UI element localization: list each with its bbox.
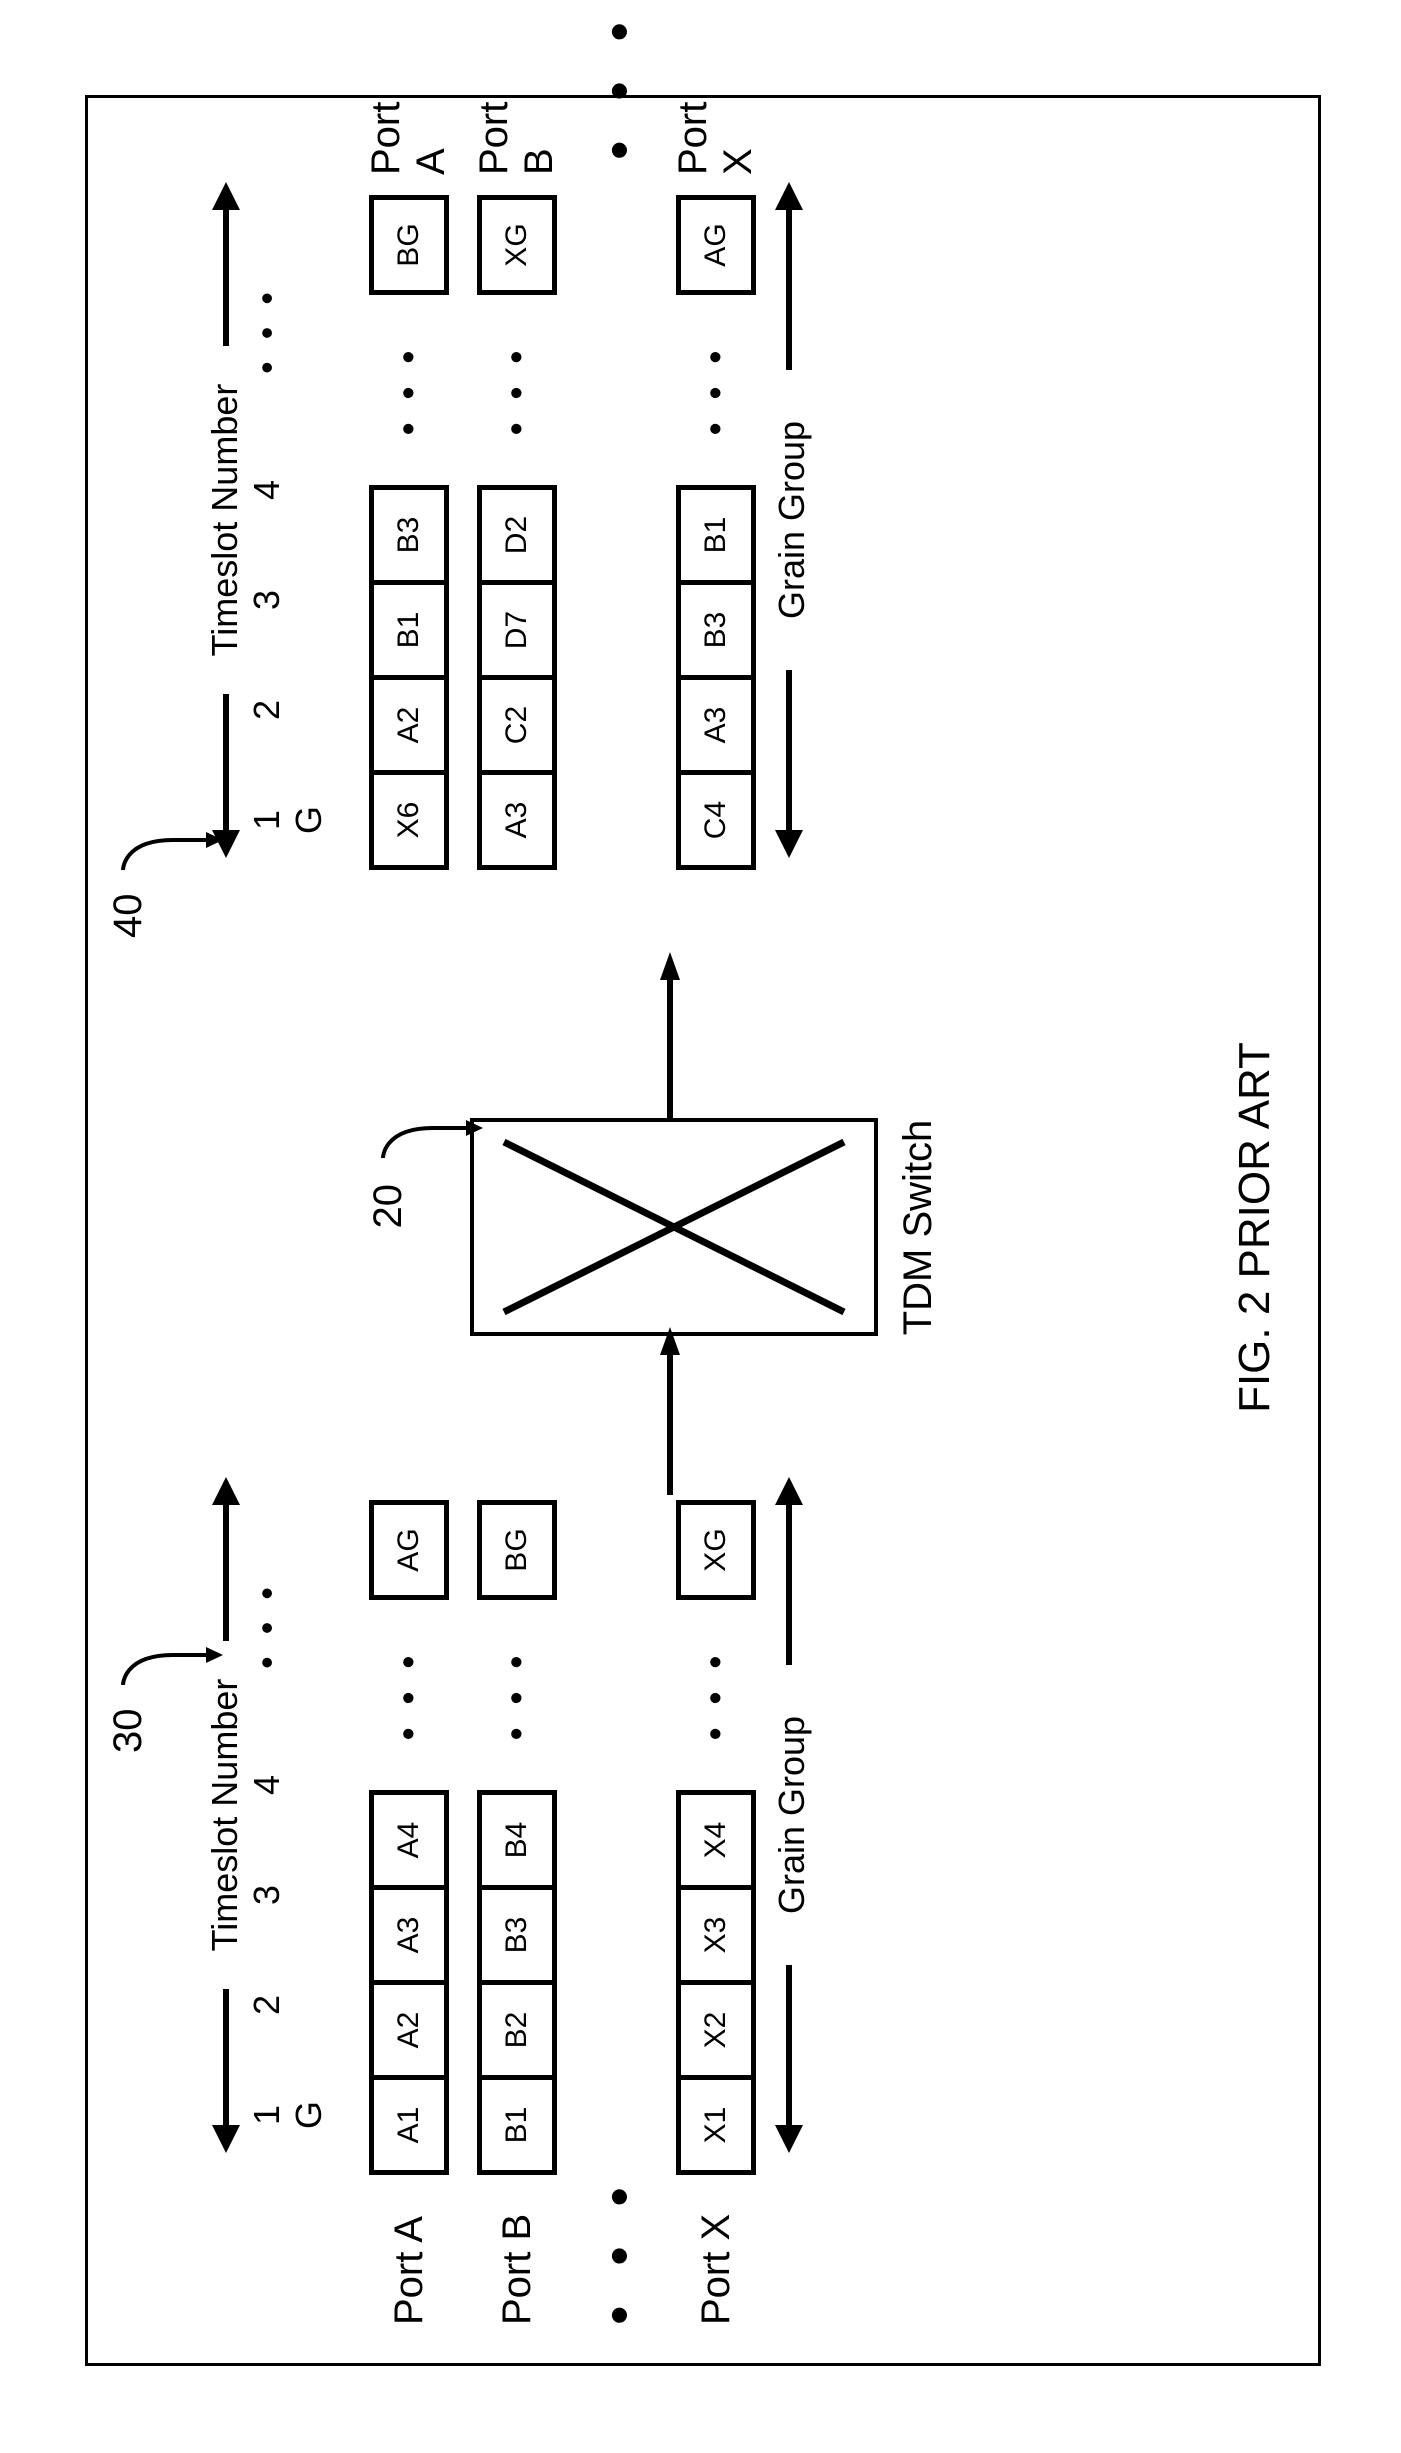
cell: A2	[369, 1980, 449, 2080]
slot-num: 4	[246, 440, 288, 540]
right-gg-title: Grain Group	[771, 170, 813, 870]
left-port-b-row: Port B B1 B2 B3 B4 • • • BG	[474, 1425, 560, 2325]
cell-ellipsis: • • •	[477, 1595, 557, 1795]
slot-num: 2	[246, 660, 288, 760]
left-port-a-cells: A1 A2 A3 A4 • • • AG	[369, 1500, 449, 2175]
switch-label: TDM Switch	[896, 1119, 941, 1337]
tdm-switch: 20 TDM Switch	[470, 1119, 941, 1337]
slot-num: 3	[246, 1845, 288, 1945]
cell: D2	[477, 485, 557, 585]
left-port-a-label: Port A	[387, 2175, 432, 2325]
cell: X6	[369, 770, 449, 870]
left-timeslot-header: Timeslot Number 1 2 3 4 • • • G	[204, 1425, 344, 2165]
right-vertical-ellipsis: • • •	[586, 10, 651, 160]
right-group: 40 Timeslot Number 1 2 3 4	[210, 130, 811, 1030]
right-port-a-cells: X6 A2 B1 B3 • • • BG	[369, 195, 449, 870]
cell: B3	[477, 1885, 557, 1985]
switch-cross-icon	[474, 1123, 874, 1333]
cell-ellipsis: • • •	[676, 290, 756, 490]
cell: C2	[477, 675, 557, 775]
right-port-b-row: A3 C2 D7 D2 • • • XG Port B	[474, 130, 560, 1030]
page: 30 Timeslot Number 1 2 3 4	[0, 0, 1401, 2453]
cell-ellipsis: • • •	[369, 290, 449, 490]
right-port-a-label: Port A	[364, 102, 454, 175]
slot-ellipsis: • • •	[246, 230, 288, 430]
cell: D7	[477, 580, 557, 680]
left-ts-arrows	[204, 1465, 248, 2165]
left-port-b-label: Port B	[495, 2175, 540, 2325]
ref-40: 40	[106, 894, 151, 939]
slot-num: G	[288, 2065, 330, 2165]
left-port-a-row: Port A A1 A2 A3 A4 • • • AG	[366, 1425, 452, 2325]
ref-30: 30	[106, 1709, 151, 1754]
slot-num: 2	[246, 1955, 288, 2055]
cell: XG	[676, 1500, 756, 1600]
cell: B3	[676, 580, 756, 680]
right-port-b-cells: A3 C2 D7 D2 • • • XG	[477, 195, 557, 870]
slot-num: 1	[246, 2065, 288, 2165]
cell: B1	[477, 2075, 557, 2175]
cell: A4	[369, 1790, 449, 1890]
switch-box	[470, 1119, 878, 1337]
cell: XG	[477, 195, 557, 295]
left-vertical-ellipsis: • • •	[586, 2175, 651, 2325]
arrow-into-switch	[660, 1325, 680, 1495]
left-port-x-row: Port X X1 X2 X3 X4 • • • XG	[673, 1425, 759, 2325]
cell: B4	[477, 1790, 557, 1890]
left-port-x-cells: X1 X2 X3 X4 • • • XG	[676, 1500, 756, 2175]
cell: BG	[477, 1500, 557, 1600]
right-port-x-row: C4 A3 B3 B1 • • • AG Port X	[673, 130, 759, 1030]
right-slot-numbers: 1 2 3 4 • • • G	[246, 130, 330, 870]
cell: B1	[369, 580, 449, 680]
cell: BG	[369, 195, 449, 295]
left-port-b-cells: B1 B2 B3 B4 • • • BG	[477, 1500, 557, 2175]
cell-ellipsis: • • •	[477, 290, 557, 490]
cell: A3	[676, 675, 756, 775]
cell: B2	[477, 1980, 557, 2080]
right-port-x-label: Port X	[671, 102, 761, 175]
cell-ellipsis: • • •	[369, 1595, 449, 1795]
slot-ellipsis: • • •	[246, 1525, 288, 1725]
cell: AG	[369, 1500, 449, 1600]
cell: B1	[676, 485, 756, 585]
slot-num: 1	[246, 770, 288, 870]
cell: B3	[369, 485, 449, 585]
cell: C4	[676, 770, 756, 870]
right-timeslot-header: Timeslot Number 1 2 3 4 • • • G	[204, 130, 344, 870]
rotated-canvas: 30 Timeslot Number 1 2 3 4	[90, 100, 1310, 2355]
slot-num: G	[288, 770, 330, 870]
slot-num: 3	[246, 550, 288, 650]
slot-num: 4	[246, 1735, 288, 1835]
right-port-a-row: X6 A2 B1 B3 • • • BG Port A	[366, 130, 452, 1030]
cell: X1	[676, 2075, 756, 2175]
left-group: 30 Timeslot Number 1 2 3 4	[210, 1425, 811, 2325]
right-port-b-label: Port B	[472, 102, 562, 175]
cell: X2	[676, 1980, 756, 2080]
left-port-x-label: Port X	[694, 2175, 739, 2325]
cell: AG	[676, 195, 756, 295]
ref-20: 20	[366, 1184, 411, 1229]
cell: A2	[369, 675, 449, 775]
cell: A1	[369, 2075, 449, 2175]
left-footer: Grain Group	[767, 1465, 811, 2165]
right-ts-arrows	[204, 170, 248, 870]
cell: X4	[676, 1790, 756, 1890]
right-footer: Grain Group	[767, 170, 811, 870]
left-gg-title: Grain Group	[771, 1465, 813, 2165]
cell: A3	[369, 1885, 449, 1985]
stage: 30 Timeslot Number 1 2 3 4	[90, 100, 1310, 2355]
left-slot-numbers: 1 2 3 4 • • • G	[246, 1425, 330, 2165]
right-port-x-cells: C4 A3 B3 B1 • • • AG	[676, 195, 756, 870]
cell-ellipsis: • • •	[676, 1595, 756, 1795]
figure-caption: FIG. 2 PRIOR ART	[1230, 100, 1280, 2355]
cell: A3	[477, 770, 557, 870]
cell: X3	[676, 1885, 756, 1985]
